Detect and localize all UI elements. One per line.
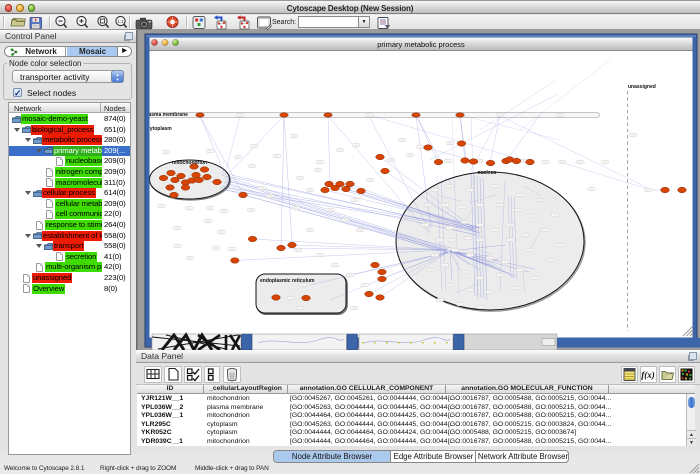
svg-text:primary metabolic process: primary metabolic process bbox=[377, 40, 465, 49]
svg-text:1:1: 1:1 bbox=[117, 19, 124, 24]
svg-text:plasma membrane: plasma membrane bbox=[144, 112, 188, 118]
svg-text:mitochondrion: mitochondrion bbox=[172, 160, 207, 166]
svg-text:unassigned: unassigned bbox=[628, 84, 656, 90]
svg-text:nucleus: nucleus bbox=[478, 170, 497, 176]
svg-text:f(x): f(x) bbox=[641, 370, 655, 380]
svg-text:cytoplasm: cytoplasm bbox=[147, 126, 172, 132]
svg-text:endoplasmic reticulum: endoplasmic reticulum bbox=[260, 278, 315, 284]
